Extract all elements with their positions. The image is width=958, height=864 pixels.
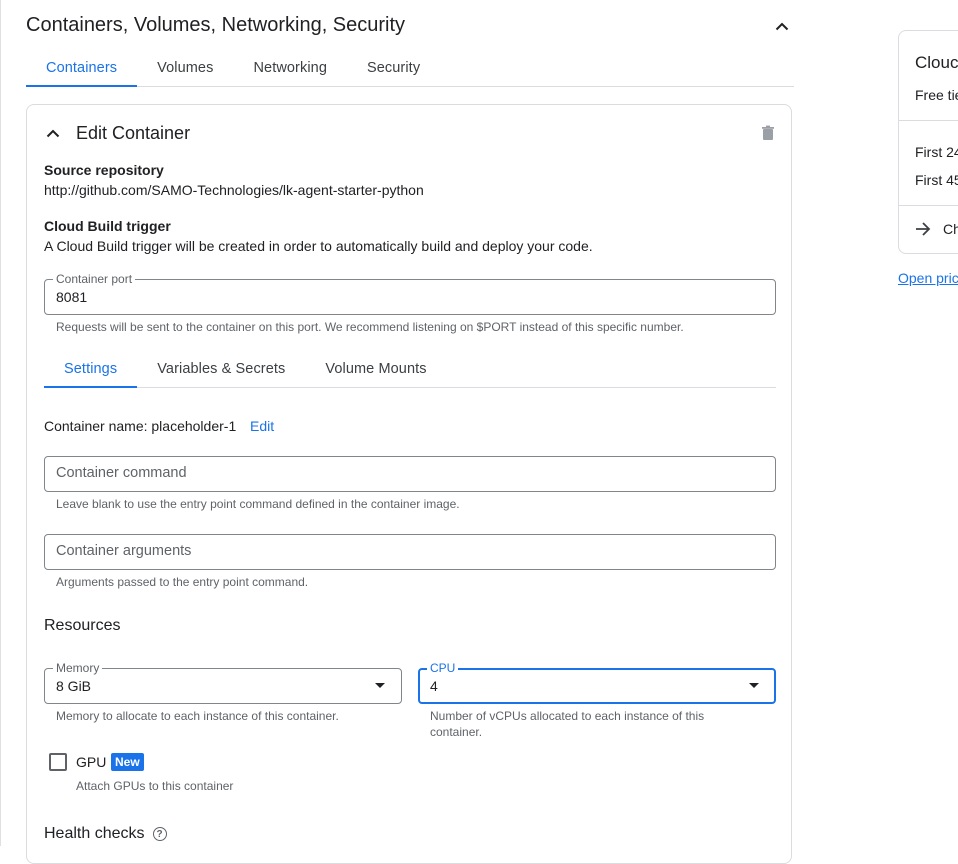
container-settings-tabs: Settings Variables & Secrets Volume Moun… <box>44 351 776 388</box>
tab-variables-secrets[interactable]: Variables & Secrets <box>137 351 305 387</box>
container-arguments-hint: Arguments passed to the entry point comm… <box>56 575 309 589</box>
trigger-label: Cloud Build trigger <box>44 218 171 234</box>
cpu-select[interactable]: CPU 4 <box>418 661 776 704</box>
pricing-action[interactable]: Ch <box>915 221 958 237</box>
memory-label: Memory <box>53 661 103 675</box>
open-pricing-link[interactable]: Open pric <box>898 270 958 286</box>
container-port-field[interactable]: Container port 8081 <box>44 272 776 315</box>
pricing-card-title: Clouc <box>915 53 958 72</box>
new-badge: New <box>111 753 144 771</box>
delete-container-button[interactable] <box>759 124 777 142</box>
resources-title: Resources <box>44 617 121 634</box>
cpu-hint-line2: container. <box>430 725 483 739</box>
gpu-checkbox[interactable] <box>49 753 67 771</box>
chevron-up-icon <box>775 22 789 30</box>
edit-container-header[interactable]: Edit Container <box>44 120 190 146</box>
pricing-card-divider <box>899 120 958 121</box>
cpu-value: 4 <box>430 678 438 694</box>
section-title: Containers, Volumes, Networking, Securit… <box>26 14 406 36</box>
trash-icon <box>762 125 774 140</box>
arrow-right-icon <box>916 222 931 236</box>
memory-select[interactable]: Memory 8 GiB <box>44 661 402 704</box>
container-arguments-field[interactable]: Container arguments <box>44 534 776 570</box>
collapse-section-button[interactable] <box>770 14 794 38</box>
container-arguments-placeholder: Container arguments <box>56 543 192 559</box>
section-tabs: Containers Volumes Networking Security <box>26 50 794 87</box>
container-port-label: Container port <box>53 272 136 286</box>
pricing-card-divider <box>899 205 958 206</box>
pricing-card-subtitle: Free tie <box>915 87 958 103</box>
container-name-text: Container name: placeholder-1 <box>44 418 237 434</box>
pricing-line-1: First 24 <box>915 144 958 160</box>
dropdown-arrow-icon <box>749 683 759 688</box>
health-checks-title: Health checks <box>44 825 145 842</box>
container-port-hint: Requests will be sent to the container o… <box>56 320 684 334</box>
memory-value: 8 GiB <box>56 678 92 694</box>
pricing-line-2: First 45 <box>915 172 958 188</box>
source-repo-value: http://github.com/SAMO-Technologies/lk-a… <box>44 182 424 198</box>
cpu-hint-line1: Number of vCPUs allocated to each instan… <box>430 709 705 723</box>
gpu-hint: Attach GPUs to this container <box>76 779 234 793</box>
pricing-action-label: Ch <box>943 221 958 237</box>
container-port-value: 8081 <box>56 289 88 305</box>
container-command-field[interactable]: Container command <box>44 456 776 492</box>
container-command-hint: Leave blank to use the entry point comma… <box>56 497 460 511</box>
help-icon[interactable]: ? <box>152 827 167 841</box>
cpu-label: CPU <box>427 661 459 675</box>
tab-security[interactable]: Security <box>347 50 440 86</box>
edit-container-title: Edit Container <box>76 123 191 143</box>
edit-container-name-link[interactable]: Edit <box>250 418 274 434</box>
container-command-placeholder: Container command <box>56 465 187 481</box>
memory-hint: Memory to allocate to each instance of t… <box>56 709 339 723</box>
tab-volume-mounts[interactable]: Volume Mounts <box>305 351 446 387</box>
chevron-up-icon <box>44 124 62 142</box>
trigger-text: A Cloud Build trigger will be created in… <box>44 238 593 254</box>
tab-containers[interactable]: Containers <box>26 50 138 87</box>
pricing-card: Clouc Free tie First 24 First 45 Ch <box>898 30 958 254</box>
tab-networking[interactable]: Networking <box>233 50 347 86</box>
source-repo-label: Source repository <box>44 162 164 178</box>
left-divider <box>0 0 1 846</box>
gpu-label: GPU <box>76 754 107 770</box>
tab-volumes[interactable]: Volumes <box>137 50 233 86</box>
health-checks-heading: Health checks ? <box>44 825 167 843</box>
dropdown-arrow-icon <box>375 683 385 688</box>
tab-settings[interactable]: Settings <box>44 351 138 388</box>
